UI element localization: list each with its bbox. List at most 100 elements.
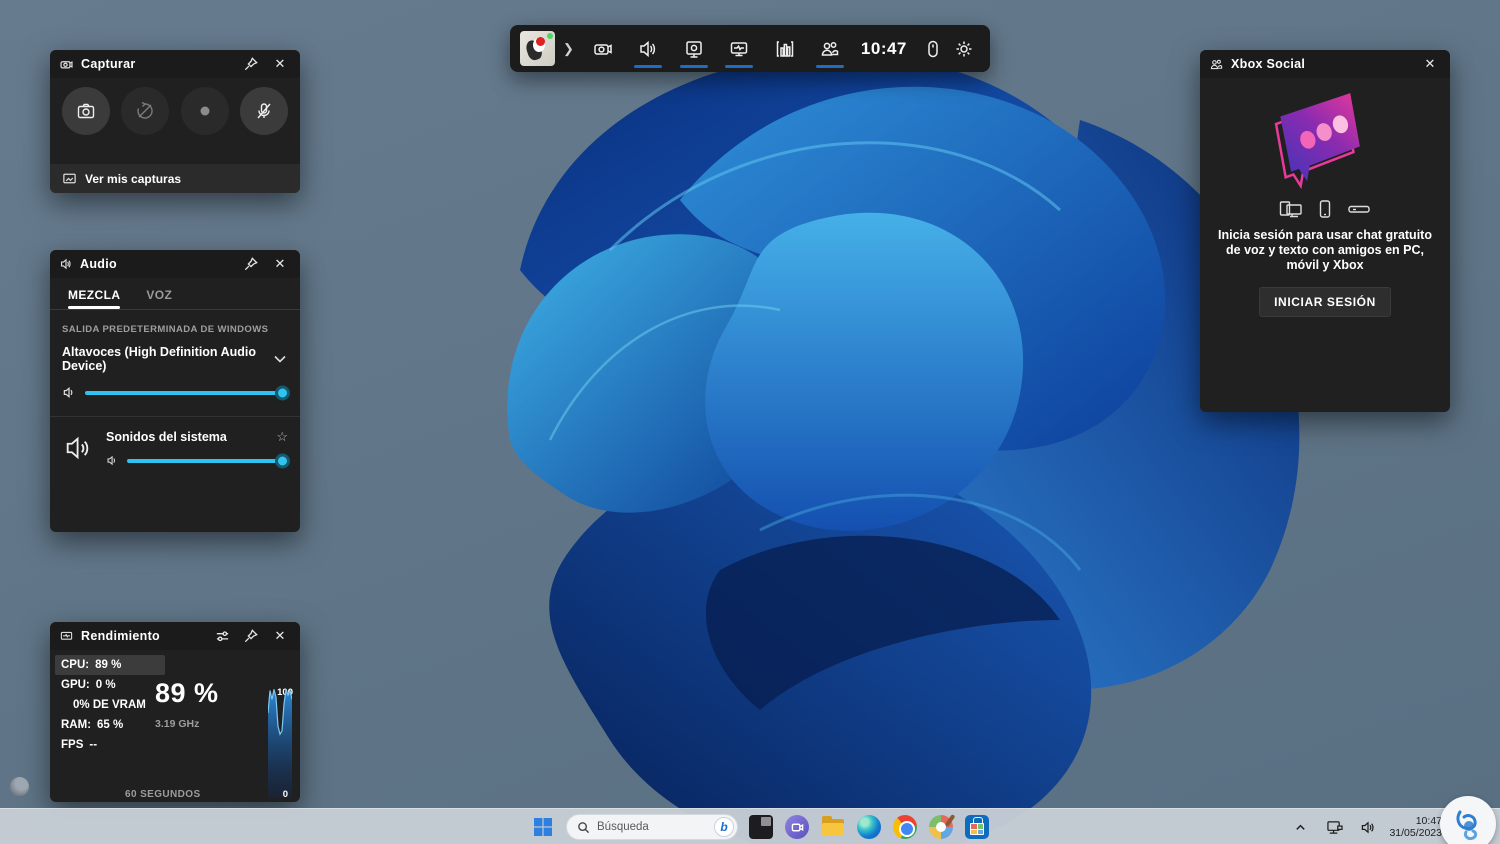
stat-row-vram[interactable]: 0% DE VRAM xyxy=(55,695,165,715)
audio-widget-title: Audio xyxy=(80,257,117,271)
taskbar-app-paint[interactable] xyxy=(928,814,954,840)
audio-widget: Audio ✕ MEZCLA VOZ SALIDA PREDETERMINADA… xyxy=(50,250,300,532)
console-icon xyxy=(1348,205,1370,213)
app-art-dot xyxy=(536,37,545,46)
app-running-dot xyxy=(547,33,553,39)
toolbar-performance-button[interactable] xyxy=(762,25,808,72)
small-speaker-icon xyxy=(107,455,116,466)
toolbar-mouse-passthrough-button[interactable] xyxy=(917,25,949,72)
system-sounds-thumb[interactable] xyxy=(275,453,290,468)
solvetic-watermark-logo xyxy=(1440,796,1496,844)
ethernet-icon xyxy=(1327,820,1343,834)
bing-icon[interactable]: b xyxy=(714,817,734,837)
stat-value: 0% DE VRAM xyxy=(73,699,146,711)
system-sounds-slider[interactable] xyxy=(127,453,290,468)
signin-button[interactable]: INICIAR SESIÓN xyxy=(1259,287,1391,317)
favorite-star-icon[interactable]: ☆ xyxy=(276,429,288,445)
output-device-dropdown[interactable]: Altavoces (High Definition Audio Device) xyxy=(50,335,300,373)
resources-icon xyxy=(730,41,748,56)
windows-logo-icon xyxy=(534,818,552,836)
master-volume-thumb[interactable] xyxy=(275,385,290,400)
see-my-captures-button[interactable]: Ver mis capturas xyxy=(50,164,300,193)
active-app-thumbnail[interactable] xyxy=(520,31,555,66)
system-sounds-row: Sonidos del sistema ☆ xyxy=(50,417,300,468)
chevron-up-icon xyxy=(1296,824,1305,830)
tray-chevron-up[interactable] xyxy=(1287,814,1313,840)
search-placeholder: Búsqueda xyxy=(597,821,649,833)
system-sounds-label: Sonidos del sistema xyxy=(106,430,227,444)
graph-axis-min: 0 xyxy=(282,789,288,800)
screenshot-button[interactable] xyxy=(62,87,110,135)
taskbar-app-darkapp[interactable] xyxy=(748,814,774,840)
audio-active-underline xyxy=(634,65,663,68)
performance-widget-icon xyxy=(60,631,73,640)
graph-window-label: 60 SEGUNDOS xyxy=(125,789,201,800)
options-sliders-icon[interactable] xyxy=(211,625,233,647)
desktop-swirl-logo xyxy=(10,777,29,796)
stat-label: FPS xyxy=(61,739,84,751)
stat-row-cpu[interactable]: CPU: 89 % xyxy=(55,655,165,675)
toolbar-audio-button[interactable] xyxy=(625,25,671,72)
close-icon[interactable]: ✕ xyxy=(269,53,291,75)
capture-widget-title: Capturar xyxy=(81,57,136,71)
toolbar-settings-button[interactable] xyxy=(948,25,980,72)
tray-network[interactable] xyxy=(1321,814,1347,840)
cpu-frequency: 3.19 GHz xyxy=(155,718,200,730)
chevron-right-icon[interactable]: ❯ xyxy=(563,41,574,57)
cpu-graph xyxy=(268,688,292,798)
taskbar-app-file-explorer[interactable] xyxy=(820,814,846,840)
close-icon[interactable]: ✕ xyxy=(269,253,291,275)
stat-row-fps[interactable]: FPS -- xyxy=(55,735,165,755)
tab-mezcla[interactable]: MEZCLA xyxy=(68,284,121,309)
master-volume-row xyxy=(50,373,300,400)
toolbar-clock: 10:47 xyxy=(860,38,907,58)
master-volume-slider[interactable] xyxy=(85,385,290,400)
small-speaker-icon xyxy=(63,386,73,399)
capture-widget-icon xyxy=(60,60,73,69)
taskbar-app-edge[interactable] xyxy=(856,814,882,840)
performance-body: CPU: 89 % GPU: 0 % 0% DE VRAM RAM: 65 % … xyxy=(50,650,300,802)
stat-label: RAM: xyxy=(61,719,92,731)
record-last-button[interactable] xyxy=(121,87,170,135)
tab-voz[interactable]: VOZ xyxy=(146,284,172,309)
taskbar-app-store[interactable] xyxy=(964,814,990,840)
stat-row-ram[interactable]: RAM: 65 % xyxy=(55,715,165,735)
pin-icon[interactable] xyxy=(240,53,262,75)
people-icon xyxy=(821,41,839,56)
toolbar-capture-button[interactable] xyxy=(580,25,626,72)
taskbar-app-chat[interactable] xyxy=(784,814,810,840)
toolbar-social-button[interactable] xyxy=(807,25,853,72)
cpu-graph-area xyxy=(268,689,292,798)
social-widget-header[interactable]: Xbox Social ✕ xyxy=(1200,50,1450,78)
toolbar-resources-button[interactable] xyxy=(716,25,762,72)
pin-icon[interactable] xyxy=(240,625,262,647)
capture-buttons-row xyxy=(50,78,300,144)
performance-widget: Rendimiento ✕ CPU: 89 % GPU: 0 % 0% DE V… xyxy=(50,622,300,802)
search-icon xyxy=(578,821,590,833)
toolbar-capture-monitor-button[interactable] xyxy=(671,25,717,72)
see-my-captures-label: Ver mis capturas xyxy=(85,171,182,186)
tray-clock[interactable]: 10:47 31/05/2023 xyxy=(1389,815,1442,839)
start-recording-button[interactable] xyxy=(180,87,229,135)
tray-volume[interactable] xyxy=(1355,814,1381,840)
stat-value: 0 % xyxy=(95,679,116,691)
social-widget-icon xyxy=(1210,59,1223,69)
audio-widget-header[interactable]: Audio ✕ xyxy=(50,250,300,278)
capture-widget-header[interactable]: Capturar ✕ xyxy=(50,50,300,78)
monitor-camera-icon xyxy=(685,40,702,58)
chat-camera-icon xyxy=(791,823,803,831)
close-icon[interactable]: ✕ xyxy=(1419,53,1441,75)
start-button[interactable] xyxy=(530,814,556,840)
performance-widget-header[interactable]: Rendimiento ✕ xyxy=(50,622,300,650)
signin-message: Inicia sesión para usar chat gratuito de… xyxy=(1218,228,1432,272)
taskbar-app-chrome[interactable] xyxy=(892,814,918,840)
gallery-icon xyxy=(63,173,76,184)
search-input[interactable]: Búsqueda b xyxy=(566,814,738,840)
microphone-toggle-button[interactable] xyxy=(239,87,288,135)
stat-row-gpu[interactable]: GPU: 0 % xyxy=(55,675,165,695)
close-icon[interactable]: ✕ xyxy=(269,625,291,647)
phone-icon xyxy=(1319,200,1331,218)
device-icons-row xyxy=(1200,194,1450,218)
pin-icon[interactable] xyxy=(240,253,262,275)
xbox-social-widget: Xbox Social ✕ Inicia sesión para usar ch… xyxy=(1200,50,1450,412)
